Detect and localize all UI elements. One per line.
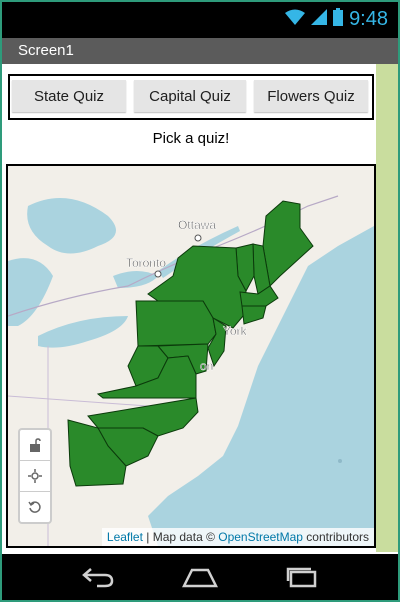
new-york-label: York xyxy=(223,324,248,338)
attribution-suffix: contributors xyxy=(302,530,369,544)
status-time: 9:48 xyxy=(349,8,388,30)
state-pennsylvania[interactable] xyxy=(135,300,217,347)
screen-title: Screen1 xyxy=(18,42,74,59)
quiz-button-row: State Quiz Capital Quiz Flowers Quiz xyxy=(8,74,374,120)
reset-icon[interactable] xyxy=(20,492,50,522)
phone-screen: 9:48 Screen1 State Quiz Capital Quiz Flo… xyxy=(0,0,400,602)
state-quiz-button[interactable]: State Quiz xyxy=(12,80,126,112)
ottawa-label: Ottawa xyxy=(178,218,216,232)
capital-quiz-button[interactable]: Capital Quiz xyxy=(134,80,246,112)
recent-apps-icon[interactable] xyxy=(282,562,322,592)
toronto-label: Toronto xyxy=(126,256,166,270)
side-strip xyxy=(376,64,398,552)
map-canvas[interactable]: Ottawa Toronto York on xyxy=(8,166,374,546)
unlock-icon[interactable] xyxy=(20,430,50,461)
navigation-bar xyxy=(2,554,398,600)
map-view[interactable]: Ottawa Toronto York on Leaflet | Map dat… xyxy=(6,164,376,548)
map-attribution: Leaflet | Map data © OpenStreetMap contr… xyxy=(101,528,374,546)
ottawa-marker xyxy=(194,234,202,242)
signal-icon xyxy=(311,9,328,30)
pick-quiz-label: Pick a quiz! xyxy=(152,130,230,147)
toronto-marker xyxy=(154,270,162,278)
back-icon[interactable] xyxy=(78,562,118,592)
washington-label: on xyxy=(200,359,213,373)
status-icons: 9:48 xyxy=(285,8,388,31)
flowers-quiz-button[interactable]: Flowers Quiz xyxy=(254,80,368,112)
main-content: State Quiz Capital Quiz Flowers Quiz Pic… xyxy=(6,64,376,552)
leaflet-link[interactable]: Leaflet xyxy=(107,530,143,544)
title-bar: Screen1 xyxy=(2,38,398,64)
map-controls xyxy=(18,428,52,524)
home-icon[interactable] xyxy=(180,562,220,592)
osm-link[interactable]: OpenStreetMap xyxy=(218,530,303,544)
battery-icon xyxy=(333,8,344,31)
status-bar: 9:48 xyxy=(2,2,398,38)
locate-icon[interactable] xyxy=(20,461,50,492)
wifi-icon xyxy=(285,9,306,30)
attribution-separator: | Map data © xyxy=(142,530,219,544)
ocean-dot xyxy=(338,459,342,463)
